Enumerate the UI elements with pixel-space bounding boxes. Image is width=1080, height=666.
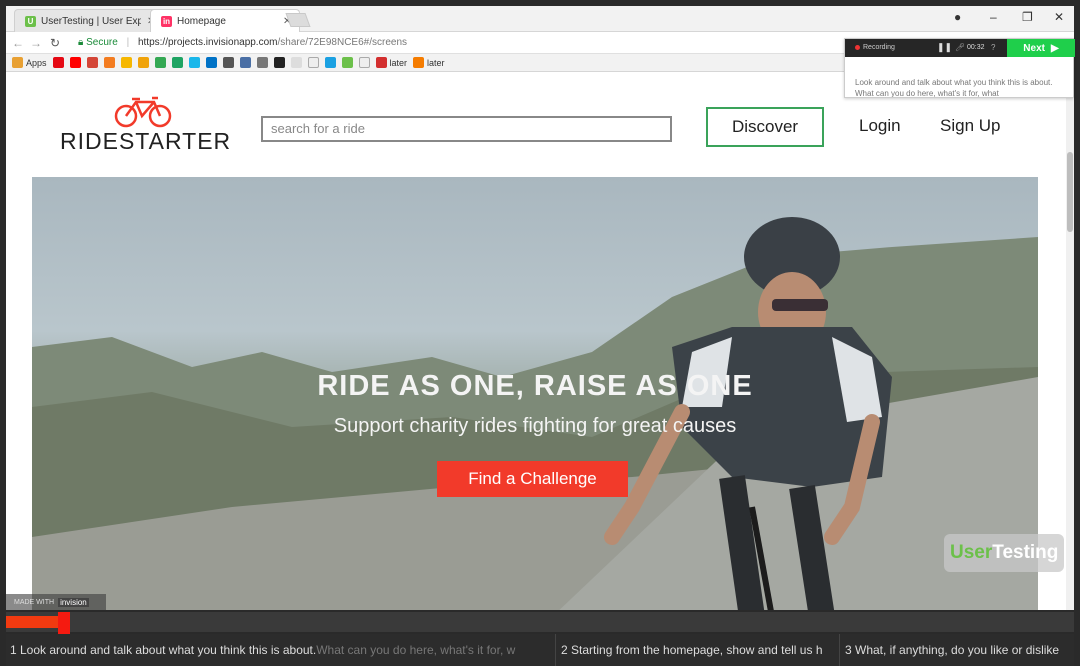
url-field[interactable]: 🔒︎ Secure | https://projects.invisionapp… [78, 37, 407, 48]
outlook-icon[interactable] [205, 57, 217, 68]
find-challenge-button[interactable]: Find a Challenge [437, 461, 628, 497]
microphone-icon: 🎤︎ [955, 43, 966, 52]
task-list: 1 Look around and talk about what you th… [6, 634, 1074, 666]
hero-title: RIDE AS ONE, RAISE AS ONE [317, 370, 753, 402]
pause-icon[interactable]: ❚❚ [937, 42, 952, 53]
task-item-1[interactable]: 1 Look around and talk about what you th… [6, 634, 556, 666]
bookmark-later-1[interactable]: later [375, 57, 407, 68]
login-link[interactable]: Login [859, 116, 901, 136]
bookmark-icon[interactable] [222, 57, 234, 68]
progress-fill [6, 616, 58, 628]
reload-icon[interactable]: ↻ [50, 36, 60, 50]
drive-icon[interactable] [154, 57, 166, 68]
discover-button[interactable]: Discover [706, 107, 824, 147]
tab-homepage[interactable]: in Homepage ✕ [150, 9, 301, 32]
ridestarter-logo[interactable]: RIDESTARTER [60, 96, 230, 156]
bookmark-icon[interactable] [239, 57, 251, 68]
bookmark-apps[interactable]: Apps [12, 57, 47, 68]
bookmark-icon[interactable] [171, 57, 183, 68]
task-item-3[interactable]: 3 What, if anything, do you like or disl… [841, 634, 1074, 666]
invision-favicon-icon: in [161, 15, 172, 27]
google-icon[interactable] [256, 57, 268, 68]
lock-icon: 🔒︎ [78, 37, 84, 48]
hero-banner: RIDE AS ONE, RAISE AS ONE Support charit… [32, 177, 1038, 610]
window-close-icon[interactable]: ✕ [1054, 10, 1064, 24]
signup-link[interactable]: Sign Up [940, 116, 1000, 136]
tab-label: Homepage [177, 15, 226, 27]
secure-label: Secure [86, 37, 118, 48]
made-with-invision-badge[interactable]: MADE WITH invision [6, 594, 106, 610]
new-tab-button[interactable] [285, 13, 311, 27]
recorder-toolbar: Recording ❚❚ 🎤︎ 00:32 ? Next ▶ [845, 39, 1075, 57]
hero-subtitle: Support charity rides fighting for great… [333, 415, 737, 437]
tab-usertesting[interactable]: U UserTesting | User Experi... ✕ [14, 9, 165, 32]
playhead-marker[interactable] [58, 612, 70, 636]
current-task-text: Look around and talk about what you thin… [855, 78, 1053, 97]
netflix-icon[interactable] [52, 57, 64, 68]
webpage: RIDESTARTER search for a ride Discover L… [6, 72, 1066, 610]
tab-bar: U UserTesting | User Experi... ✕ in Home… [6, 6, 1074, 32]
scrollbar-thumb[interactable] [1067, 152, 1073, 232]
url-host: https://projects.invisionapp.com [137, 37, 278, 48]
search-input[interactable]: search for a ride [261, 116, 672, 142]
minimize-icon[interactable]: – [990, 10, 997, 24]
usertesting-icon[interactable] [341, 57, 353, 68]
bookmark-icon[interactable] [324, 57, 336, 68]
play-arrow-icon: ▶ [1050, 42, 1059, 54]
youtube-icon[interactable] [69, 57, 81, 68]
vimeo-icon[interactable] [188, 57, 200, 68]
apps-grid-icon [12, 57, 23, 68]
bookmark-later-2[interactable]: later [413, 57, 445, 68]
bookmark-icon[interactable] [103, 57, 115, 68]
gmail-icon[interactable] [86, 57, 98, 68]
bookmark-icon[interactable] [137, 57, 149, 68]
forward-icon[interactable]: → [30, 36, 42, 50]
page-icon[interactable] [307, 57, 319, 68]
logo-text: RIDESTARTER [60, 128, 232, 154]
usertesting-watermark: User Testing [944, 534, 1064, 572]
tab-label: UserTesting | User Experi... [41, 15, 141, 27]
task-item-2[interactable]: 2 Starting from the homepage, show and t… [557, 634, 840, 666]
bicycle-icon [114, 96, 172, 128]
next-button[interactable]: Next ▶ [1007, 39, 1075, 57]
screen-frame: U UserTesting | User Experi... ✕ in Home… [0, 0, 1080, 666]
recording-status: Recording [855, 44, 895, 51]
page-icon[interactable] [358, 57, 370, 68]
heart-icon [375, 57, 387, 68]
help-icon[interactable]: ? [991, 43, 995, 52]
bookmark-icon[interactable] [120, 57, 132, 68]
bookmark-icon[interactable] [273, 57, 285, 68]
profile-icon[interactable]: ● [954, 10, 961, 24]
back-icon[interactable]: ← [12, 36, 24, 50]
bookmark-icon [413, 57, 425, 68]
usertesting-favicon-icon: U [25, 15, 36, 27]
video-progress-bar[interactable] [6, 612, 1074, 636]
bookmark-icon[interactable] [290, 57, 302, 68]
recording-timer: 00:32 [967, 44, 985, 51]
restore-icon[interactable]: ❐ [1022, 10, 1033, 24]
record-dot-icon [855, 45, 860, 50]
recorder-panel: Recording ❚❚ 🎤︎ 00:32 ? Next ▶ Look aroun… [844, 38, 1075, 98]
url-path: /share/72E98NCE6#/screens [277, 37, 408, 48]
invision-logo: invision [58, 597, 89, 607]
page-scrollbar[interactable] [1066, 72, 1074, 610]
